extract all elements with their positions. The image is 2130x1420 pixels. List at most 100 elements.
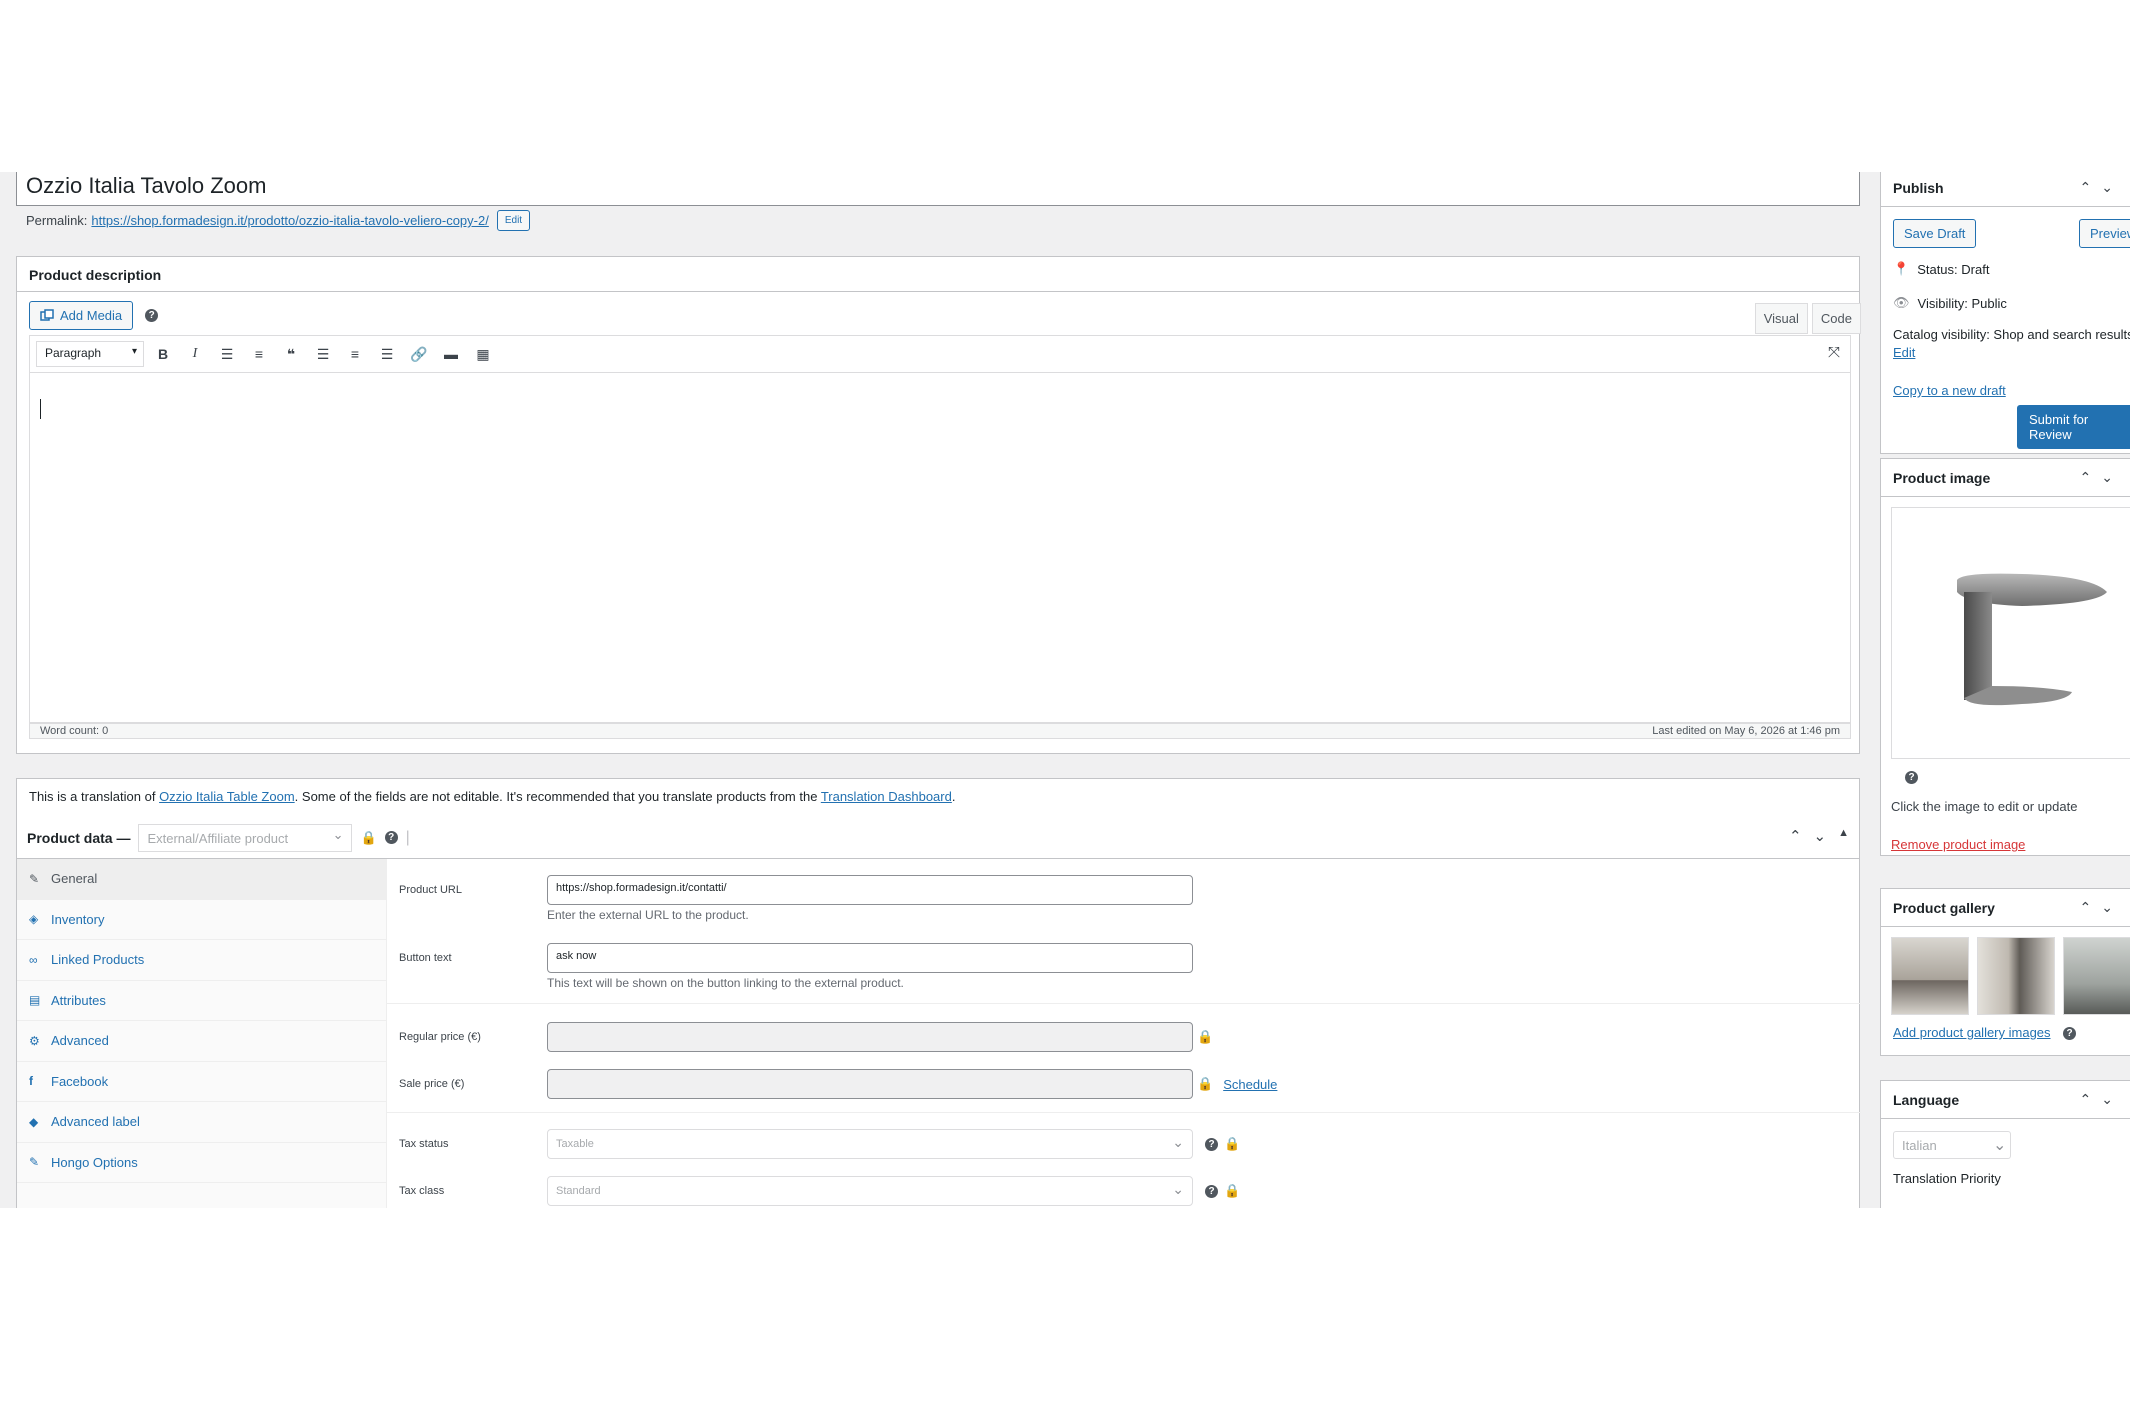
product-title-input[interactable]: Ozzio Italia Tavolo Zoom: [16, 172, 1860, 206]
move-down-icon[interactable]: ⌄: [1814, 827, 1827, 845]
wrench-icon: ✎: [29, 1155, 40, 1170]
tab-advanced[interactable]: ⚙ Advanced: [17, 1021, 386, 1062]
product-data-header: Product data — External/Affiliate produc…: [17, 817, 1859, 859]
gear-icon: ⚙: [29, 1033, 40, 1048]
save-draft-button[interactable]: Save Draft: [1893, 219, 1977, 248]
add-media-button[interactable]: Add Media: [29, 301, 134, 330]
help-icon[interactable]: ?: [145, 309, 159, 322]
bold-icon[interactable]: B: [150, 341, 176, 367]
tab-label: Facebook: [51, 1073, 109, 1089]
collapse-icon[interactable]: ▲: [1838, 827, 1849, 845]
move-down-icon[interactable]: ⌄: [2101, 179, 2113, 196]
read-more-icon[interactable]: ▬: [438, 341, 464, 367]
eye-icon: 👁: [1893, 295, 1910, 310]
chevron-down-icon: ⌄: [1993, 1137, 2007, 1154]
add-gallery-images-link[interactable]: Add product gallery images: [1893, 1025, 2051, 1040]
translation-note-suffix: .: [951, 789, 956, 804]
link-icon[interactable]: 🔗: [406, 341, 432, 367]
help-icon[interactable]: ?: [2063, 1027, 2076, 1040]
product-image-box: Product image ⌃ ⌄ ? Click the image to ed…: [1880, 458, 2130, 856]
move-up-icon[interactable]: ⌃: [2080, 1091, 2092, 1108]
gallery-thumbnail[interactable]: [1891, 937, 1969, 1015]
lock-icon: 🔒: [1197, 1029, 1214, 1044]
move-down-icon[interactable]: ⌄: [2101, 899, 2113, 916]
tab-hongo-options[interactable]: ✎ Hongo Options: [17, 1143, 386, 1183]
copy-to-draft-link[interactable]: Copy to a new draft: [1893, 383, 2006, 398]
product-gallery-title: Product gallery: [1893, 899, 1995, 916]
lock-icon: 🔒: [360, 829, 377, 845]
product-description-header: Product description: [17, 257, 1859, 292]
button-text-input[interactable]: ask now: [547, 943, 1193, 973]
word-count: Word count: 0: [40, 725, 109, 737]
product-image-title: Product image: [1893, 469, 1991, 486]
permalink-edit-button[interactable]: Edit: [496, 210, 531, 231]
product-type-select[interactable]: External/Affiliate product: [138, 823, 353, 852]
publish-box: Publish ⌃ ⌄ Save Draft Preview 📍 Status: D…: [1880, 172, 2130, 454]
tab-label: Inventory: [51, 911, 105, 927]
preview-button[interactable]: Preview: [2079, 219, 2130, 248]
help-icon[interactable]: ?: [1205, 1137, 1218, 1151]
move-up-icon[interactable]: ⌃: [1789, 827, 1802, 845]
italic-icon[interactable]: I: [182, 341, 208, 367]
tab-attributes[interactable]: ▤ Attributes: [17, 981, 386, 1021]
gallery-thumbnail[interactable]: [2063, 937, 2130, 1015]
editor-toolbar: Paragraph B I ☰ ≡ ❝ ☰ ≡ ☰ 🔗 ▬ ▦ ⤧: [29, 335, 1851, 373]
tag-icon: ◈: [29, 912, 39, 927]
add-media-label: Add Media: [60, 308, 123, 323]
product-gallery-box: Product gallery ⌃ ⌄ Add product gallery i…: [1880, 888, 2130, 1056]
divider: [387, 1112, 1861, 1113]
align-left-icon[interactable]: ☰: [310, 341, 336, 367]
catalog-visibility-edit-link[interactable]: Edit: [1893, 345, 1915, 360]
help-icon[interactable]: ?: [384, 831, 398, 844]
schedule-link[interactable]: Schedule: [1223, 1077, 1277, 1092]
original-product-link[interactable]: Ozzio Italia Table Zoom: [159, 789, 295, 804]
numbered-list-icon[interactable]: ≡: [246, 341, 272, 367]
move-up-icon[interactable]: ⌃: [2080, 179, 2092, 196]
gallery-thumbnail[interactable]: [1977, 937, 2055, 1015]
toolbar-toggle-icon[interactable]: ▦: [470, 341, 496, 367]
submit-for-review-button[interactable]: Submit for Review: [2017, 405, 2130, 449]
bullet-list-icon[interactable]: ☰: [214, 341, 240, 367]
move-up-icon[interactable]: ⌃: [2080, 899, 2092, 916]
product-image-thumbnail[interactable]: [1891, 507, 2130, 759]
translation-dashboard-link[interactable]: Translation Dashboard: [821, 789, 952, 804]
tag-icon: ◆: [29, 1114, 39, 1129]
remove-product-image-link[interactable]: Remove product image: [1891, 837, 2025, 852]
permalink-link[interactable]: https://shop.formadesign.it/prodotto/ozz…: [91, 213, 488, 228]
product-data-title: Product data —: [27, 829, 131, 846]
editor-status-bar: Word count: 0 Last edited on May 6, 2026…: [29, 723, 1851, 739]
language-title: Language: [1893, 1091, 1960, 1108]
language-box: Language ⌃ ⌄ Italian ⌄ Translation Priori…: [1880, 1080, 2130, 1208]
tab-visual[interactable]: Visual: [1754, 303, 1808, 334]
tax-class-select[interactable]: Standard: [547, 1176, 1193, 1206]
translation-priority-label: Translation Priority: [1893, 1171, 2001, 1186]
product-url-input[interactable]: https://shop.formadesign.it/contatti/: [547, 875, 1193, 905]
move-down-icon[interactable]: ⌄: [2101, 1091, 2113, 1108]
help-icon[interactable]: ?: [1905, 771, 1918, 784]
regular-price-input[interactable]: [547, 1022, 1193, 1052]
tab-code[interactable]: Code: [1811, 303, 1861, 334]
align-center-icon[interactable]: ≡: [342, 341, 368, 367]
product-url-description: Enter the external URL to the product.: [547, 908, 749, 922]
move-down-icon[interactable]: ⌄: [2101, 469, 2113, 486]
help-icon[interactable]: ?: [1205, 1184, 1218, 1198]
tab-advanced-label[interactable]: ◆ Advanced label: [17, 1102, 386, 1143]
move-up-icon[interactable]: ⌃: [2080, 469, 2092, 486]
align-right-icon[interactable]: ☰: [374, 341, 400, 367]
tab-inventory[interactable]: ◈ Inventory: [17, 900, 386, 940]
tab-linked-products[interactable]: ∞ Linked Products: [17, 940, 386, 981]
format-select[interactable]: Paragraph: [36, 341, 144, 367]
wrench-icon: ✎: [29, 871, 40, 886]
link-icon: ∞: [29, 952, 38, 967]
lock-icon: 🔒: [1197, 1076, 1214, 1091]
fullscreen-icon[interactable]: ⤧: [1828, 344, 1840, 361]
blockquote-icon[interactable]: ❝: [278, 341, 304, 367]
tab-facebook[interactable]: f Facebook: [17, 1062, 386, 1102]
editor-content-area[interactable]: [29, 373, 1851, 723]
regular-price-label: Regular price (€): [399, 1031, 481, 1043]
product-data-box: This is a translation of Ozzio Italia Ta…: [16, 778, 1861, 1208]
tab-general[interactable]: ✎ General: [17, 859, 386, 900]
sale-price-input[interactable]: [547, 1069, 1193, 1099]
tax-status-select[interactable]: Taxable: [547, 1129, 1193, 1159]
permalink-label: Permalink:: [26, 213, 88, 228]
